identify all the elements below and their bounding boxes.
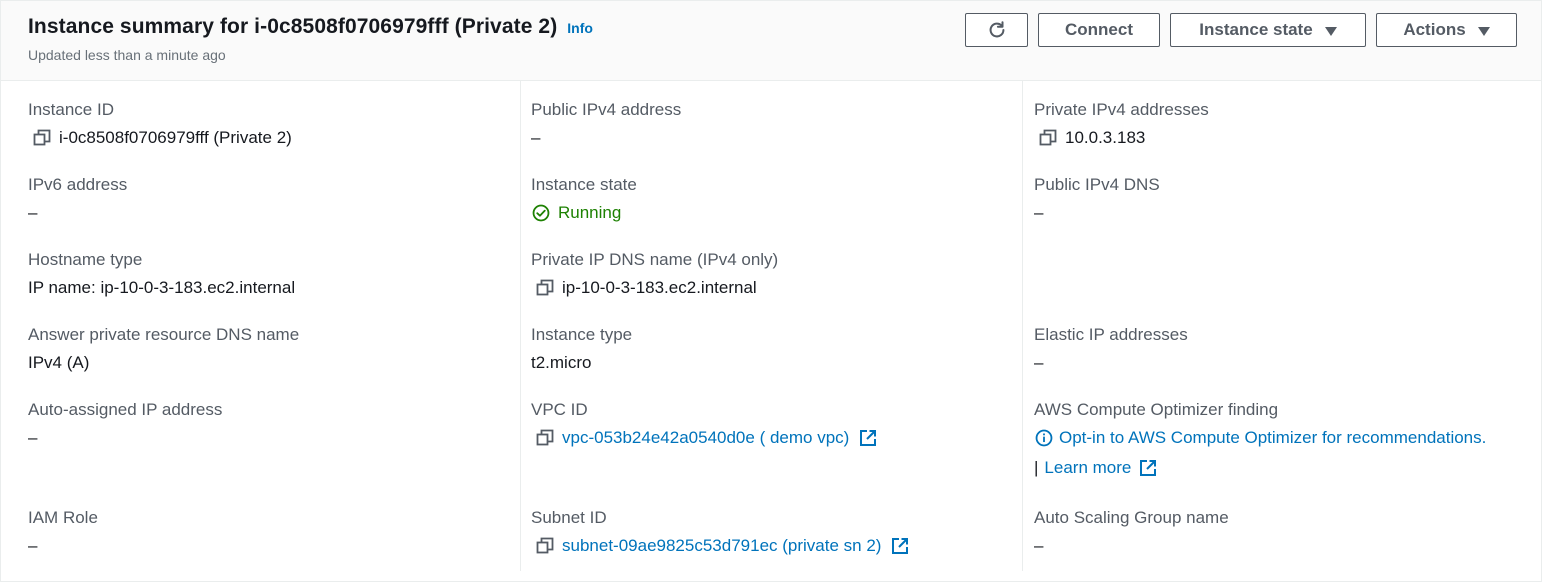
caret-down-icon <box>1477 26 1490 36</box>
field-label: Subnet ID <box>531 508 607 527</box>
field-value: – <box>1034 536 1044 555</box>
connect-label: Connect <box>1065 20 1133 39</box>
instance-summary-panel: Instance summary for i-0c8508f0706979fff… <box>0 0 1542 582</box>
field-public-ipv4: Public IPv4 address – <box>531 100 681 148</box>
copy-icon[interactable] <box>1039 129 1057 147</box>
field-label: Public IPv4 address <box>531 100 682 119</box>
copy-icon[interactable] <box>536 279 554 297</box>
connect-button[interactable]: Connect <box>1038 13 1160 47</box>
copy-icon[interactable] <box>33 129 51 147</box>
external-link-icon[interactable] <box>859 429 877 447</box>
field-value: ip-10-0-3-183.ec2.internal <box>531 278 778 298</box>
copy-icon[interactable] <box>536 537 554 555</box>
page-title: Instance summary for i-0c8508f0706979fff… <box>28 15 558 38</box>
learn-more-link[interactable]: Learn more <box>1044 458 1131 478</box>
field-iam-role: IAM Role – <box>28 508 98 556</box>
field-label: Instance ID <box>28 100 114 119</box>
field-private-dns: Private IP DNS name (IPv4 only) ip-10-0-… <box>531 250 778 298</box>
field-label: AWS Compute Optimizer finding <box>1034 400 1279 419</box>
private-dns-text: ip-10-0-3-183.ec2.internal <box>562 278 757 297</box>
field-instance-type: Instance type t2.micro <box>531 325 632 373</box>
field-instance-state: Instance state Running <box>531 175 637 223</box>
field-subnet-id: Subnet ID subnet-09ae9825c53d791ec (priv… <box>531 508 909 556</box>
actions-button[interactable]: Actions <box>1376 13 1517 47</box>
summary-header: Instance summary for i-0c8508f0706979fff… <box>1 1 1541 81</box>
field-private-ipv4: Private IPv4 addresses 10.0.3.183 <box>1034 100 1209 148</box>
field-value: t2.micro <box>531 353 592 372</box>
field-label: Instance state <box>531 175 637 194</box>
info-link[interactable]: Info <box>567 20 593 36</box>
details-column-3: Private IPv4 addresses 10.0.3.183 Public… <box>1023 81 1541 571</box>
field-value: IPv4 (A) <box>28 353 90 372</box>
field-instance-id: Instance ID i-0c8508f0706979fff (Private… <box>28 100 292 148</box>
field-value: – <box>28 536 38 555</box>
field-value: vpc-053b24e42a0540d0e ( demo vpc) <box>531 428 877 448</box>
external-link-icon[interactable] <box>891 537 909 555</box>
refresh-icon <box>989 21 1004 38</box>
vpc-id-link[interactable]: vpc-053b24e42a0540d0e ( demo vpc) <box>562 428 849 448</box>
field-compute-optimizer: AWS Compute Optimizer finding Opt-in to … <box>1034 400 1486 478</box>
title-row: Instance summary for i-0c8508f0706979fff… <box>28 15 593 39</box>
refresh-button[interactable] <box>965 13 1028 47</box>
field-value: – <box>1034 203 1044 222</box>
subnet-id-link[interactable]: subnet-09ae9825c53d791ec (private sn 2) <box>562 536 881 556</box>
field-label: Elastic IP addresses <box>1034 325 1188 344</box>
field-vpc-id: VPC ID vpc-053b24e42a0540d0e ( demo vpc) <box>531 400 877 448</box>
field-value: – <box>28 428 38 447</box>
field-value: – <box>531 128 541 147</box>
field-hostname-type: Hostname type IP name: ip-10-0-3-183.ec2… <box>28 250 295 298</box>
field-value: 10.0.3.183 <box>1034 128 1209 148</box>
field-label: Answer private resource DNS name <box>28 325 300 344</box>
field-value: Opt-in to AWS Compute Optimizer for reco… <box>1034 428 1486 448</box>
field-value: – <box>1034 353 1044 372</box>
caret-down-icon <box>1324 26 1337 36</box>
field-public-dns: Public IPv4 DNS – <box>1034 175 1160 223</box>
field-label: IAM Role <box>28 508 98 527</box>
field-value: Running <box>531 203 637 223</box>
field-label: VPC ID <box>531 400 588 419</box>
field-auto-scaling-group: Auto Scaling Group name – <box>1034 508 1229 556</box>
private-ipv4-text: 10.0.3.183 <box>1065 128 1146 147</box>
copy-icon[interactable] <box>536 429 554 447</box>
field-label: Auto-assigned IP address <box>28 400 223 419</box>
field-elastic-ip: Elastic IP addresses – <box>1034 325 1188 373</box>
field-value: IP name: ip-10-0-3-183.ec2.internal <box>28 278 296 297</box>
instance-state-button[interactable]: Instance state <box>1170 13 1366 47</box>
last-updated-text: Updated less than a minute ago <box>28 47 226 63</box>
field-label: Private IP DNS name (IPv4 only) <box>531 250 779 269</box>
separator: | <box>1034 458 1039 477</box>
instance-state-label: Instance state <box>1199 20 1313 39</box>
external-link-icon[interactable] <box>1139 459 1157 477</box>
optimizer-opt-in-link[interactable]: Opt-in to AWS Compute Optimizer for reco… <box>1059 428 1486 448</box>
field-label: IPv6 address <box>28 175 128 194</box>
field-answer-dns: Answer private resource DNS name IPv4 (A… <box>28 325 299 373</box>
field-label: Auto Scaling Group name <box>1034 508 1229 527</box>
field-label: Public IPv4 DNS <box>1034 175 1160 194</box>
field-label: Instance type <box>531 325 633 344</box>
field-label: Private IPv4 addresses <box>1034 100 1209 119</box>
field-ipv6-address: IPv6 address – <box>28 175 127 223</box>
field-label: Hostname type <box>28 250 143 269</box>
field-value: – <box>28 203 38 222</box>
field-auto-assigned-ip: Auto-assigned IP address – <box>28 400 222 448</box>
check-circle-icon <box>532 204 550 222</box>
details-column-1: Instance ID i-0c8508f0706979fff (Private… <box>1 81 521 571</box>
field-value: subnet-09ae9825c53d791ec (private sn 2) <box>531 536 909 556</box>
learn-more-row: | Learn more <box>1034 458 1486 478</box>
instance-id-text: i-0c8508f0706979fff (Private 2) <box>59 128 292 147</box>
field-value: i-0c8508f0706979fff (Private 2) <box>28 128 292 148</box>
info-circle-icon <box>1035 429 1053 447</box>
instance-state-text: Running <box>558 203 622 222</box>
details-column-2: Public IPv4 address – Instance state Run… <box>521 81 1023 571</box>
actions-label: Actions <box>1403 20 1466 39</box>
